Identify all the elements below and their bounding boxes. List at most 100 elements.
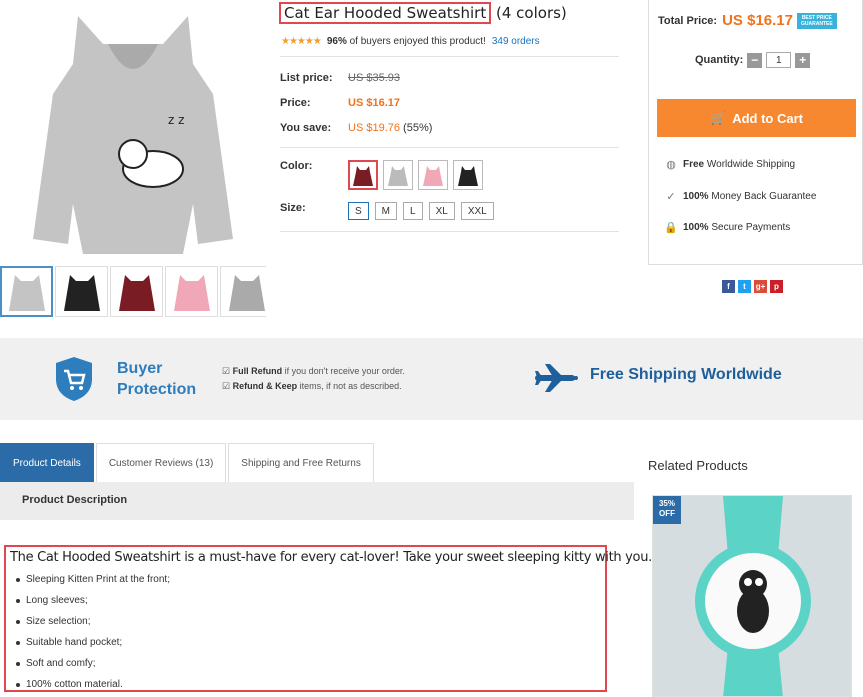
full-refund-line: ☑ Full Refund if you don't receive your …	[222, 366, 405, 377]
decrement-button[interactable]: −	[747, 52, 763, 68]
list-price-label: List price:	[280, 72, 333, 84]
tab-shipping-returns[interactable]: Shipping and Free Returns	[228, 443, 374, 482]
divider	[280, 147, 619, 148]
discount-badge: 35% OFF	[653, 496, 681, 524]
thumbnail-pink[interactable]	[165, 266, 218, 317]
price-label: Price:	[280, 97, 311, 109]
feature-secure-text: Secure Payments	[711, 221, 791, 233]
color-label: Color:	[280, 160, 313, 172]
feature-money-back: ✓ 100% Money Back Guarantee	[665, 190, 817, 203]
color-swatch-pink[interactable]	[418, 160, 448, 190]
rating-text: of buyers enjoyed this product!	[349, 36, 486, 47]
best-price-badge: BEST PRICE GUARANTEE	[796, 12, 837, 29]
size-option-xl[interactable]: XL	[428, 202, 455, 220]
feature-shipping: ◍ Free Worldwide Shipping	[665, 158, 796, 171]
buyer-protection-band: Buyer Protection ☑ Full Refund if you do…	[0, 338, 863, 420]
quantity-label: Quantity:	[695, 54, 744, 66]
thumbnail-grey[interactable]	[0, 266, 53, 317]
social-share: f t g+ p	[722, 280, 783, 293]
size-option-xxl[interactable]: XXL	[460, 202, 494, 220]
feature-shipping-bold: Free	[683, 158, 705, 170]
check-circle-icon: ✓	[666, 190, 676, 203]
save-label: You save:	[280, 122, 332, 134]
related-product-image[interactable]	[652, 495, 852, 697]
thumbnail-wine[interactable]	[110, 266, 163, 317]
list-item: Size selection;	[10, 611, 601, 632]
quantity-input[interactable]: 1	[766, 52, 792, 68]
product-title-row: Cat Ear Hooded Sweatshirt (4 colors)	[279, 2, 567, 24]
product-main-image[interactable]: z z	[0, 0, 266, 262]
size-option-m[interactable]: M	[374, 202, 398, 220]
color-swatch-black[interactable]	[453, 160, 483, 190]
thumbnail-black[interactable]	[55, 266, 108, 317]
product-tabs: Product Details Customer Reviews (13) Sh…	[0, 443, 376, 482]
save-percent: (55%)	[403, 122, 433, 134]
google-plus-icon[interactable]: g+	[754, 280, 767, 293]
refund-keep-bold: Refund & Keep	[232, 381, 298, 391]
increment-button[interactable]: +	[795, 52, 811, 68]
checkbox-icon: ☑	[222, 381, 231, 391]
add-to-cart-button[interactable]: 🛒 Add to Cart	[657, 99, 856, 137]
refund-keep-line: ☑ Refund & Keep items, if not as describ…	[222, 381, 402, 392]
pinterest-icon[interactable]: p	[770, 280, 783, 293]
description-intro: The Cat Hooded Sweatshirt is a must-have…	[10, 550, 652, 565]
cart-panel: Total Price: US $16.17 BEST PRICE GUARANT…	[648, 0, 863, 265]
refund-keep-text: items, if not as described.	[299, 381, 402, 391]
discount-percent: 35%	[658, 499, 675, 508]
add-to-cart-label: Add to Cart	[732, 110, 803, 126]
list-item: 100% cotton material.	[10, 674, 601, 695]
feature-money-back-text: Money Back Guarantee	[711, 190, 817, 202]
color-swatch-wine[interactable]	[348, 160, 378, 190]
twitter-icon[interactable]: t	[738, 280, 751, 293]
list-item: Soft and comfy;	[10, 653, 601, 674]
shield-cart-icon	[56, 357, 92, 401]
discount-off-label: OFF	[659, 509, 675, 518]
save-value: US $19.76	[348, 122, 400, 134]
buyer-word: Buyer	[117, 360, 163, 377]
product-description-box: The Cat Hooded Sweatshirt is a must-have…	[4, 545, 652, 695]
color-selector: Color:	[280, 160, 488, 190]
feature-secure-bold: 100%	[683, 221, 709, 233]
free-shipping-worldwide: Free Shipping Worldwide	[590, 366, 782, 383]
svg-text:z z: z z	[168, 113, 184, 127]
list-price-row: List price: US $35.93	[280, 72, 400, 84]
feature-money-back-bold: 100%	[683, 190, 709, 202]
cart-icon: 🛒	[710, 110, 727, 125]
total-price-label: Total Price:	[658, 14, 718, 27]
globe-icon: ◍	[666, 158, 676, 171]
divider	[280, 231, 619, 232]
badge-line-2: GUARANTEE	[800, 20, 833, 27]
price-value: US $16.17	[348, 97, 400, 109]
total-price-value: US $16.17	[722, 12, 793, 29]
orders-link[interactable]: 349 orders	[492, 36, 540, 47]
facebook-icon[interactable]: f	[722, 280, 735, 293]
feature-shipping-text: Worldwide Shipping	[706, 158, 796, 170]
list-item: Long sleeves;	[10, 590, 601, 611]
checkbox-icon: ☑	[222, 366, 231, 376]
full-refund-bold: Full Refund	[232, 366, 283, 376]
color-swatch-grey[interactable]	[383, 160, 413, 190]
tab-product-details[interactable]: Product Details	[0, 443, 94, 482]
rating-row: ★★★★★ 96% of buyers enjoyed this product…	[281, 36, 540, 47]
thumbnail-strip	[0, 266, 266, 317]
divider	[280, 56, 619, 57]
full-refund-text: if you don't receive your order.	[284, 366, 405, 376]
feature-list: Sleeping Kitten Print at the front; Long…	[10, 569, 601, 695]
save-row: You save: US $19.76 (55%)	[280, 122, 432, 134]
product-description-header: Product Description	[0, 482, 634, 520]
list-item: Suitable hand pocket;	[10, 632, 601, 653]
list-price-value: US $35.93	[348, 72, 400, 84]
total-price-row: Total Price: US $16.17 BEST PRICE GUARANT…	[658, 12, 837, 29]
product-description-heading: Product Description	[22, 494, 128, 506]
quantity-stepper: Quantity: − 1 +	[695, 52, 811, 68]
airplane-icon	[535, 364, 578, 392]
related-products-title: Related Products	[648, 458, 748, 473]
buyer-protection-title: Buyer Protection	[117, 358, 196, 400]
thumbnail-grey-2[interactable]	[220, 266, 266, 317]
tab-customer-reviews[interactable]: Customer Reviews (13)	[95, 443, 227, 482]
product-title-suffix: (4 colors)	[496, 4, 567, 22]
size-option-l[interactable]: L	[403, 202, 423, 220]
size-option-s[interactable]: S	[348, 202, 369, 220]
list-item: Sleeping Kitten Print at the front;	[10, 569, 601, 590]
star-rating-icon: ★★★★★	[281, 36, 322, 47]
